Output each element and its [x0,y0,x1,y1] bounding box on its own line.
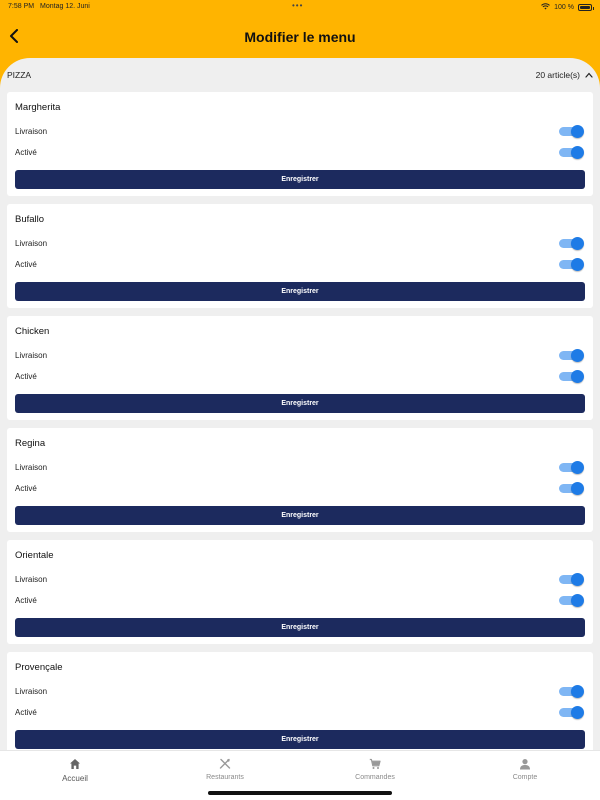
active-toggle[interactable] [559,482,584,495]
status-right: 100 % [541,3,594,12]
item-name: Margherita [15,102,61,113]
tab-compte[interactable]: Compte [450,758,600,781]
save-button[interactable]: Enregistrer [15,282,585,301]
toggle-knob [571,146,584,159]
active-toggle[interactable] [559,370,584,383]
item-name: Orientale [15,550,54,561]
menu-item-card: Orientale Livraison Activé Enregistrer [7,540,593,644]
user-icon [520,759,530,770]
page-title: Modifier le menu [244,29,356,45]
toggle-knob [571,461,584,474]
save-button[interactable]: Enregistrer [15,170,585,189]
utensils-icon [219,758,231,769]
toggle-knob [571,594,584,607]
home-icon [70,759,80,769]
toggle-knob [571,482,584,495]
delivery-toggle[interactable] [559,125,584,138]
delivery-label: Livraison [15,127,48,136]
active-label: Activé [15,372,37,381]
tab-commandes[interactable]: Commandes [300,758,450,781]
item-name: Provençale [15,662,63,673]
save-button[interactable]: Enregistrer [15,618,585,637]
delivery-toggle[interactable] [559,685,584,698]
tab-label: Accueil [62,774,88,783]
section-header-pizza[interactable]: PIZZA 20 article(s) [0,58,600,92]
delivery-label: Livraison [15,239,48,248]
delivery-toggle[interactable] [559,461,584,474]
item-name: Bufallo [15,214,45,225]
status-time: 7:58 PM [8,3,35,10]
cart-icon [369,758,381,769]
delivery-label: Livraison [15,687,48,696]
menu-content[interactable]: PIZZA 20 article(s) Margherita Livraison… [0,58,600,750]
active-toggle[interactable] [559,258,584,271]
section-count: 20 article(s) [535,70,580,80]
toggle-knob [571,706,584,719]
active-toggle[interactable] [559,146,584,159]
delivery-label: Livraison [15,463,48,472]
section-name: PIZZA [7,70,32,80]
delivery-label: Livraison [15,351,48,360]
toggle-knob [571,685,584,698]
delivery-toggle[interactable] [559,349,584,362]
tab-label: Commandes [355,774,395,781]
delivery-toggle[interactable] [559,573,584,586]
multitask-dots-icon[interactable]: ••• [292,1,303,10]
menu-item-card: Bufallo Livraison Activé Enregistrer [7,204,593,308]
delivery-label: Livraison [15,575,48,584]
item-name: Chicken [15,326,50,337]
active-label: Activé [15,148,37,157]
wifi-icon [541,3,550,12]
toggle-knob [571,573,584,586]
item-name: Regina [15,438,46,449]
save-button[interactable]: Enregistrer [15,394,585,413]
tab-accueil[interactable]: Accueil [0,758,150,783]
delivery-toggle[interactable] [559,237,584,250]
menu-item-card: Margherita Livraison Activé Enregistrer [7,92,593,196]
active-label: Activé [15,484,37,493]
tab-label: Compte [512,774,538,781]
active-label: Activé [15,260,37,269]
save-button[interactable]: Enregistrer [15,730,585,749]
menu-item-card: Regina Livraison Activé Enregistrer [7,428,593,532]
active-label: Activé [15,596,37,605]
toggle-knob [571,349,584,362]
tab-restaurants[interactable]: Restaurants [150,758,300,781]
active-label: Activé [15,708,37,717]
battery-percent: 100 % [554,4,574,11]
status-bar: 7:58 PM Montag 12. Juni ••• 100 % [0,0,600,14]
status-date: Montag 12. Juni [40,3,90,10]
active-toggle[interactable] [559,594,584,607]
status-left: 7:58 PM Montag 12. Juni [8,3,94,10]
toggle-knob [571,370,584,383]
menu-item-card: Provençale Livraison Activé Enregistrer [7,652,593,750]
section-summary: 20 article(s) [536,70,593,80]
chevron-up-icon[interactable] [585,72,593,78]
home-indicator [208,791,392,795]
header: Modifier le menu [0,14,600,60]
toggle-knob [571,258,584,271]
save-button[interactable]: Enregistrer [15,506,585,525]
toggle-knob [571,125,584,138]
tab-label: Restaurants [206,774,244,781]
battery-icon [578,4,594,11]
menu-item-card: Chicken Livraison Activé Enregistrer [7,316,593,420]
active-toggle[interactable] [559,706,584,719]
toggle-knob [571,237,584,250]
